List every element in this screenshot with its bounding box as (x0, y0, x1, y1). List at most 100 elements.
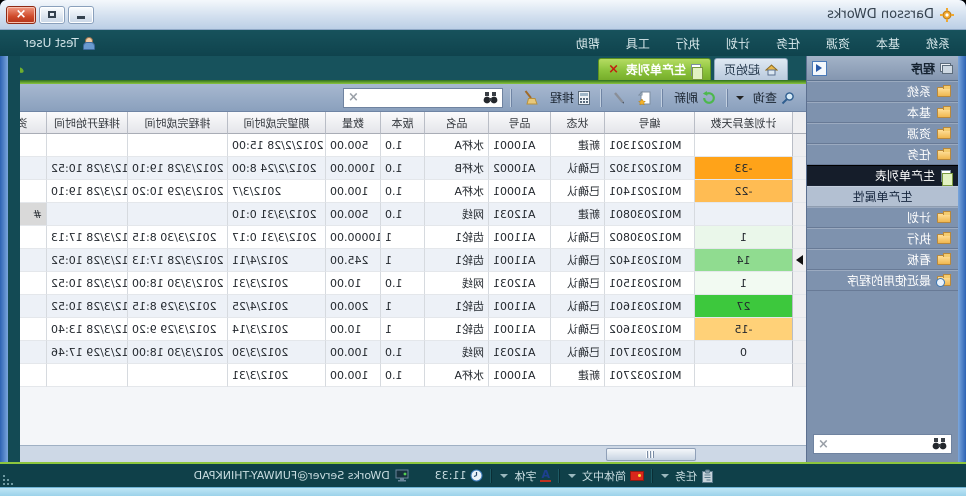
cell-code[interactable]: M012031601 (604, 295, 694, 318)
cell-code[interactable]: M012032701 (604, 364, 694, 387)
menu-item[interactable]: 执行 (676, 35, 700, 52)
sidebar-item[interactable]: 看板 (807, 249, 958, 270)
cell-ver[interactable]: 1.0 (380, 364, 424, 387)
cell-want[interactable]: 2012/3/31 0:10 (227, 203, 325, 226)
cell-pno[interactable]: A12031 (488, 203, 550, 226)
cell-qty[interactable]: 500.00 (325, 203, 380, 226)
cell-extra[interactable] (20, 364, 46, 387)
task-status-item[interactable]: 任务 (661, 468, 714, 484)
table-row[interactable]: -22M012021401已确认A10001水杯A1.0100.002012/3… (20, 180, 806, 203)
cell-code[interactable]: M012021302 (604, 157, 694, 180)
column-header-diff[interactable]: 计划差异天数 (694, 112, 792, 134)
cell-start[interactable] (46, 134, 127, 157)
cell-extra[interactable] (20, 272, 46, 295)
close-button[interactable]: × (6, 6, 36, 24)
clear-search-icon[interactable]: × (348, 91, 359, 104)
cell-extra[interactable]: # (20, 203, 46, 226)
sidebar-collapse-button[interactable] (812, 61, 827, 76)
table-row[interactable]: M012021301新建A10001水杯A1.0500.002012/2/28 … (20, 134, 806, 157)
cell-extra[interactable] (20, 226, 46, 249)
sidebar-item[interactable]: 生产单列表 (807, 165, 958, 186)
cell-extra[interactable] (20, 318, 46, 341)
sidebar-item[interactable]: 执行 (807, 228, 958, 249)
cell-fin[interactable]: 2012/3/28 17:13 (127, 249, 227, 272)
clock-status-item[interactable]: 11:33 (435, 469, 484, 482)
cell-extra[interactable] (20, 341, 46, 364)
cell-ver[interactable]: 1.0 (380, 203, 424, 226)
cell-ver[interactable]: 1.0 (380, 180, 424, 203)
schedule-button[interactable]: 排程 (547, 87, 593, 108)
cell-extra[interactable] (20, 180, 46, 203)
column-header-extra[interactable]: 资源 (20, 112, 46, 134)
table-row[interactable]: 0M012031701已确认A12031网线1.0100.002012/3/30… (20, 341, 806, 364)
cell-want[interactable]: 2012/2/24 8:00 (227, 157, 325, 180)
sidebar-item[interactable]: 最近使用的程序 (807, 270, 958, 291)
cell-pno[interactable]: A11001 (488, 226, 550, 249)
cell-fin[interactable]: 2012/3/29 9:20 (127, 318, 227, 341)
language-status-item[interactable]: 简体中文 (568, 468, 644, 484)
table-row[interactable]: 1M012031501已确认A12031网线1.010.002012/3/312… (20, 272, 806, 295)
cell-diff[interactable]: -22 (694, 180, 792, 203)
menu-item[interactable]: 帮助 (576, 35, 600, 52)
cell-diff[interactable]: 1 (694, 226, 792, 249)
sidebar-item[interactable]: 资源 (807, 123, 958, 144)
cell-fin[interactable]: 2012/3/30 8:15 (127, 226, 227, 249)
cell-fin[interactable] (127, 203, 227, 226)
tab-production-order-list[interactable]: 生产单列表 × (598, 58, 711, 80)
pencil-button[interactable] (610, 89, 629, 106)
cell-ver[interactable]: 1 (380, 318, 424, 341)
refresh-button[interactable]: 刷新 (671, 87, 719, 108)
cell-status[interactable]: 已确认 (550, 180, 604, 203)
user-indicator[interactable]: Test User (24, 36, 96, 50)
cell-qty[interactable]: 1000.00 (325, 157, 380, 180)
cell-ver[interactable]: 1.0 (380, 157, 424, 180)
cell-pno[interactable]: A10001 (488, 364, 550, 387)
cell-status[interactable]: 已确认 (550, 249, 604, 272)
cell-pname[interactable]: 水杯A (424, 364, 488, 387)
sidebar-search-input[interactable] (833, 436, 928, 452)
broom-button[interactable] (520, 88, 541, 107)
cell-extra[interactable] (20, 295, 46, 318)
column-header-want[interactable]: 期望完成时间 (227, 112, 325, 134)
cell-pno[interactable]: A10002 (488, 157, 550, 180)
menu-item[interactable]: 计划 (726, 35, 750, 52)
font-status-item[interactable]: A 字体 (500, 468, 551, 484)
cell-diff[interactable] (694, 364, 792, 387)
menu-item[interactable]: 基本 (876, 35, 900, 52)
sidebar-item[interactable]: 计划 (807, 207, 958, 228)
cell-start[interactable] (46, 203, 127, 226)
cell-ver[interactable]: 1.0 (380, 272, 424, 295)
cell-qty[interactable]: 10000.00 (325, 226, 380, 249)
cell-ver[interactable]: 1.0 (380, 134, 424, 157)
sidebar-item[interactable]: 生产单属性 (807, 186, 958, 207)
scrollbar-thumb[interactable] (606, 448, 696, 461)
cell-fin[interactable]: 2012/3/30 18:00 (127, 272, 227, 295)
cell-diff[interactable]: 14 (694, 249, 792, 272)
table-row[interactable]: 14M012031402已确认A11001齿轮11245.002012/4/11… (20, 249, 806, 272)
column-header-start[interactable]: 排程开始时间 (46, 112, 127, 134)
table-row[interactable]: -15M012031602已确认A11001齿轮1110.002012/3/14… (20, 318, 806, 341)
cell-start[interactable]: 2012/3/28 13:40 (46, 318, 127, 341)
cell-pno[interactable]: A11001 (488, 295, 550, 318)
cell-pname[interactable]: 网线 (424, 272, 488, 295)
table-row[interactable]: M012032701新建A10001水杯A1.0100.002012/3/31 (20, 364, 806, 387)
cell-status[interactable]: 已确认 (550, 226, 604, 249)
cell-want[interactable]: 2012/3/7 (227, 180, 325, 203)
cell-qty[interactable]: 245.00 (325, 249, 380, 272)
cell-want[interactable]: 2012/2/28 15:00 (227, 134, 325, 157)
tab-close-icon[interactable]: × (608, 63, 619, 76)
cell-fin[interactable]: 2012/3/29 10:20 (127, 180, 227, 203)
cell-pname[interactable]: 水杯A (424, 134, 488, 157)
cell-qty[interactable]: 10.00 (325, 318, 380, 341)
column-header-fin[interactable]: 排程完成时间 (127, 112, 227, 134)
cell-status[interactable]: 新建 (550, 364, 604, 387)
cell-status[interactable]: 已确认 (550, 295, 604, 318)
cell-diff[interactable]: 0 (694, 341, 792, 364)
query-dropdown-icon[interactable] (736, 96, 744, 100)
cell-start[interactable] (46, 364, 127, 387)
cell-code[interactable]: M012030802 (604, 226, 694, 249)
cell-start[interactable]: 2012/3/28 10:52 (46, 295, 127, 318)
cell-ver[interactable]: 1 (380, 226, 424, 249)
cell-pname[interactable]: 齿轮1 (424, 249, 488, 272)
table-row[interactable]: M012030801新建A12031网线1.0500.002012/3/31 0… (20, 203, 806, 226)
